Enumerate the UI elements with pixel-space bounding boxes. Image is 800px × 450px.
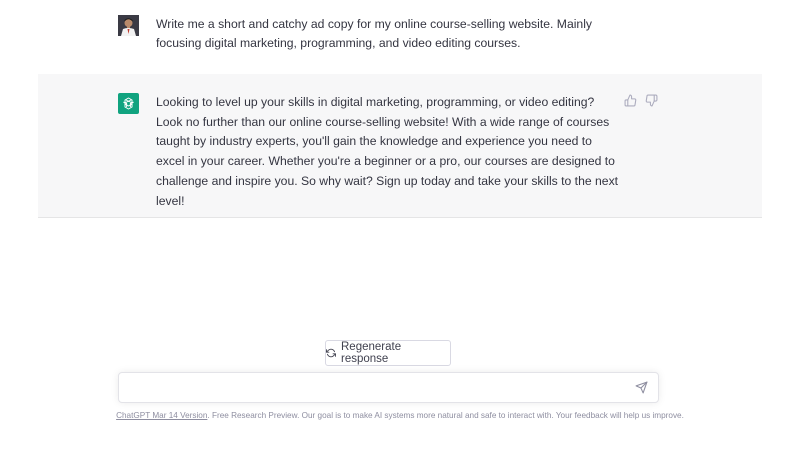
send-icon[interactable] — [635, 381, 648, 394]
user-message-text: Write me a short and catchy ad copy for … — [156, 17, 593, 50]
refresh-icon — [326, 348, 336, 358]
user-photo-icon — [118, 15, 139, 36]
message-composer[interactable] — [118, 372, 659, 403]
user-avatar — [118, 15, 139, 36]
disclaimer-text: . Free Research Preview. Our goal is to … — [207, 411, 684, 420]
openai-logo-icon — [118, 93, 139, 114]
regenerate-label: Regenerate response — [341, 341, 402, 365]
assistant-message-text: Looking to level up your skills in digit… — [156, 95, 619, 208]
feedback-buttons — [624, 94, 658, 107]
assistant-message-row: Looking to level up your skills in digit… — [38, 74, 762, 218]
thumbs-down-icon[interactable] — [645, 94, 658, 107]
version-link[interactable]: ChatGPT Mar 14 Version — [116, 411, 207, 420]
regenerate-response-button[interactable]: Regenerate response — [325, 340, 451, 366]
thumbs-up-icon[interactable] — [624, 94, 637, 107]
message-input[interactable] — [129, 378, 623, 399]
user-message-row: Write me a short and catchy ad copy for … — [0, 0, 800, 74]
footer-disclaimer: ChatGPT Mar 14 Version. Free Research Pr… — [0, 411, 800, 420]
chat-page: Write me a short and catchy ad copy for … — [0, 0, 800, 450]
